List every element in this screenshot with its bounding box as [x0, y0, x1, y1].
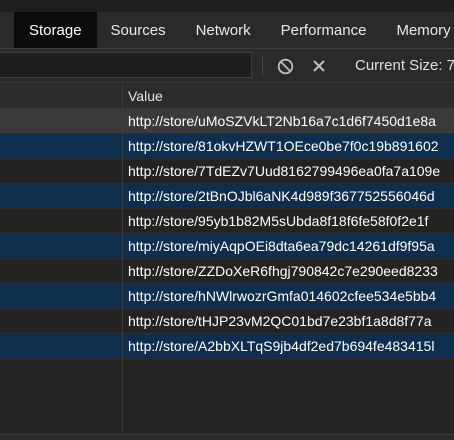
storage-toolbar: Current Size: 74: [0, 49, 454, 83]
current-size-label: Current Size: 74: [355, 57, 454, 74]
table-row[interactable]: http://store/miyAqpOEi8dta6ea79dc14261df…: [0, 234, 454, 259]
table-row[interactable]: http://store/95yb1b82M5sUbda8f18f6fe58f0…: [0, 209, 454, 234]
row-value: http://store/81okvHZWT1OEce0be7f0c19b891…: [128, 138, 439, 154]
table-row[interactable]: http://store/7TdEZv7Uud8162799496ea0fa7a…: [0, 159, 454, 184]
tab-network[interactable]: Network: [181, 12, 266, 48]
tab-memory[interactable]: Memory: [381, 12, 454, 48]
row-value: http://store/2tBnOJbl6aNK4d989f367752556…: [128, 188, 435, 204]
row-value: http://store/miyAqpOEi8dta6ea79dc14261df…: [128, 238, 435, 254]
close-icon[interactable]: [309, 56, 329, 76]
row-value: http://store/hNWlrwozrGmfa014602cfee534e…: [128, 288, 437, 304]
table-row[interactable]: http://store/2tBnOJbl6aNK4d989f367752556…: [0, 184, 454, 209]
table-row[interactable]: http://store/hNWlrwozrGmfa014602cfee534e…: [0, 284, 454, 309]
row-value: http://store/95yb1b82M5sUbda8f18f6fe58f0…: [128, 213, 429, 229]
panel-tabbar: Storage Sources Network Performance Memo…: [0, 12, 454, 49]
toolbar-divider: [262, 57, 263, 75]
table-row[interactable]: http://store/81okvHZWT1OEce0be7f0c19b891…: [0, 134, 454, 159]
bottom-scroll-strip[interactable]: [0, 434, 454, 440]
block-icon[interactable]: [275, 56, 295, 76]
value-column-header[interactable]: Value: [128, 88, 163, 104]
tab-storage[interactable]: Storage: [14, 12, 97, 48]
table-header: Value: [0, 84, 454, 109]
table-row[interactable]: http://store/uMoSZVkLT2Nb16a7c1d6f7450d1…: [0, 109, 454, 134]
row-value: http://store/uMoSZVkLT2Nb16a7c1d6f7450d1…: [128, 113, 436, 129]
row-value: http://store/7TdEZv7Uud8162799496ea0fa7a…: [128, 163, 441, 179]
storage-table: Value http://store/uMoSZVkLT2Nb16a7c1d6f…: [0, 84, 454, 434]
column-divider[interactable]: [122, 84, 123, 434]
devtools-window: Storage Sources Network Performance Memo…: [0, 0, 454, 440]
row-value: http://store/A2bbXLTqS9jb4df2ed7b694fe48…: [128, 338, 435, 354]
table-row[interactable]: http://store/ZZDoXeR6fhgj790842c7e290eed…: [0, 259, 454, 284]
row-value: http://store/ZZDoXeR6fhgj790842c7e290eed…: [128, 263, 438, 279]
table-row[interactable]: http://store/A2bbXLTqS9jb4df2ed7b694fe48…: [0, 334, 454, 359]
row-value: http://store/tHJP23vM2QC01bd7e23bf1a8d8f…: [128, 313, 432, 329]
tab-performance[interactable]: Performance: [266, 12, 382, 48]
filter-input[interactable]: [0, 52, 252, 78]
table-body: http://store/uMoSZVkLT2Nb16a7c1d6f7450d1…: [0, 109, 454, 359]
table-row[interactable]: http://store/tHJP23vM2QC01bd7e23bf1a8d8f…: [0, 309, 454, 334]
tab-sources[interactable]: Sources: [97, 12, 181, 48]
